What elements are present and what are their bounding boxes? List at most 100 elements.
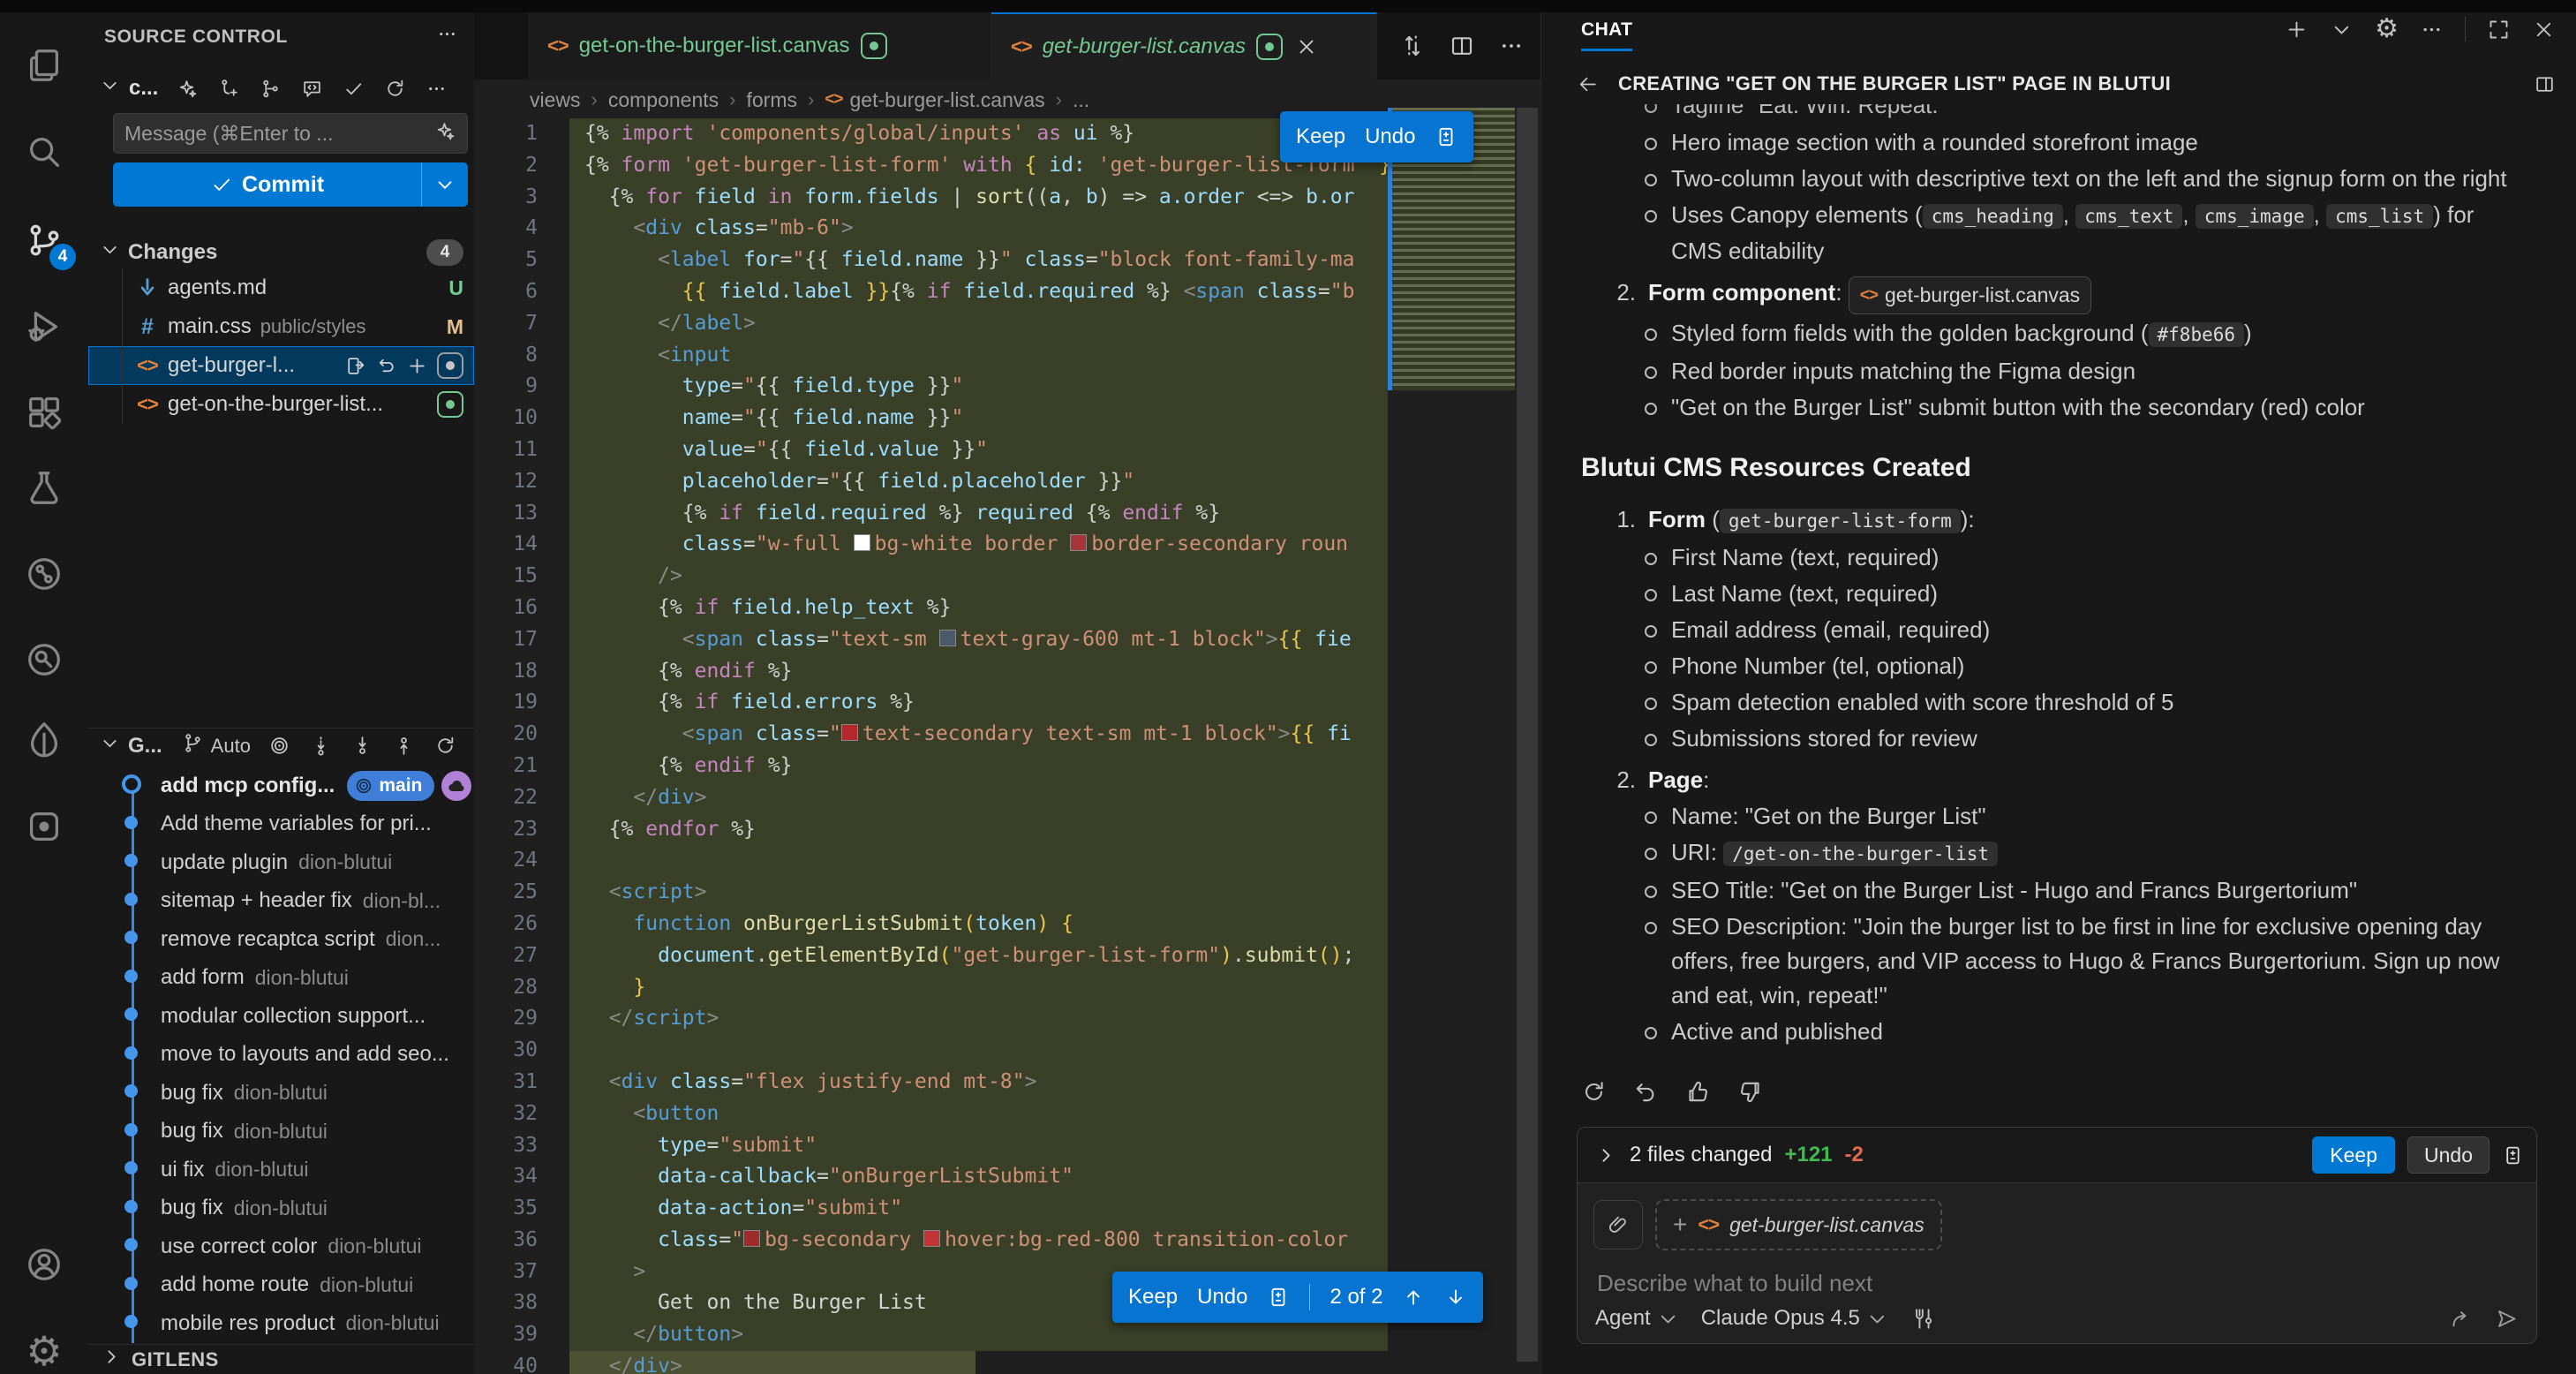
context-file-chip[interactable]: + <> get-burger-list.canvas: [1655, 1199, 1942, 1250]
code-line-8[interactable]: 8 <input: [474, 340, 1540, 372]
regenerate-icon[interactable]: [1581, 1079, 1607, 1105]
stage-icon[interactable]: [406, 355, 428, 377]
file-chip[interactable]: <>get-burger-list.canvas: [1849, 276, 2091, 314]
open-in-editor-icon[interactable]: [2534, 73, 2556, 95]
target-icon[interactable]: [268, 735, 290, 757]
tab-get-on-the-burger-list[interactable]: <> get-on-the-burger-list.canvas: [528, 12, 991, 79]
code-line-30[interactable]: 30: [474, 1035, 1540, 1067]
mode-dropdown[interactable]: Agent: [1595, 1306, 1680, 1331]
diff-file-icon[interactable]: [2502, 1144, 2524, 1166]
thumbs-down-icon[interactable]: [1737, 1079, 1763, 1105]
push-icon[interactable]: [393, 735, 415, 757]
code-line-23[interactable]: 23 {% endfor %}: [474, 814, 1540, 846]
graph-icon[interactable]: [260, 78, 282, 100]
gear-icon[interactable]: ⚙: [2375, 16, 2399, 42]
breadcrumb-item[interactable]: views: [530, 88, 581, 112]
commit-row[interactable]: add home routedion-blutui: [88, 1266, 474, 1305]
open-changes-icon[interactable]: [1399, 33, 1426, 59]
commit-row[interactable]: move to layouts and add seo...: [88, 1036, 474, 1075]
maximize-panel-icon[interactable]: [2487, 18, 2511, 42]
code-line-24[interactable]: 24: [474, 845, 1540, 877]
commit-message-input[interactable]: Message (⌘Enter to ...: [113, 113, 468, 154]
gitlens-section[interactable]: GITLENS: [88, 1344, 474, 1374]
code-line-9[interactable]: 9 type="{{ field.type }}": [474, 371, 1540, 403]
tools-icon[interactable]: [1912, 1307, 1936, 1331]
code-line-17[interactable]: 17 <span class="text-sm text-gray-600 mt…: [474, 624, 1540, 656]
code-line-16[interactable]: 16 {% if field.help_text %}: [474, 593, 1540, 624]
code-line-34[interactable]: 34 data-callback="onBurgerListSubmit": [474, 1161, 1540, 1193]
code-line-32[interactable]: 32 <button: [474, 1098, 1540, 1130]
editor-scrollbar[interactable]: [1517, 108, 1538, 1362]
code-line-10[interactable]: 10 name="{{ field.name }}": [474, 403, 1540, 434]
file-row-get-burger-l-[interactable]: <>get-burger-l...: [88, 346, 474, 385]
commit-row[interactable]: modular collection support...: [88, 997, 474, 1036]
commit-row[interactable]: Add theme variables for pri...: [88, 805, 474, 844]
commit-row[interactable]: bug fixdion-blutui: [88, 1113, 474, 1151]
breadcrumb-item[interactable]: ...: [1073, 88, 1089, 112]
commit-row[interactable]: add formdion-blutui: [88, 959, 474, 998]
activity-bar-search-icon[interactable]: [0, 113, 88, 191]
code-line-31[interactable]: 31 <div class="flex justify-end mt-8">: [474, 1067, 1540, 1098]
breadcrumb-item[interactable]: forms: [746, 88, 797, 112]
branch-badge[interactable]: main: [347, 771, 434, 801]
tab-chat[interactable]: CHAT: [1581, 19, 1632, 41]
undo-button[interactable]: Undo: [1365, 125, 1415, 149]
more-actions-icon[interactable]: [2420, 18, 2444, 42]
activity-bar-leaf-icon[interactable]: [0, 700, 88, 778]
code-line-11[interactable]: 11 value="{{ field.value }}": [474, 434, 1540, 466]
commit-row[interactable]: sitemap + header fixdion-bl...: [88, 882, 474, 921]
code-line-6[interactable]: 6 {{ field.label }}{% if field.required …: [474, 276, 1540, 308]
commit-button[interactable]: Commit: [113, 162, 468, 207]
send-icon[interactable]: [2495, 1307, 2519, 1331]
refresh-icon[interactable]: [384, 78, 406, 100]
undo-arrow-icon[interactable]: [1633, 1079, 1659, 1105]
next-edit-icon[interactable]: [1444, 1286, 1467, 1309]
repo-row[interactable]: c...: [88, 71, 474, 106]
code-line-28[interactable]: 28 }: [474, 972, 1540, 1004]
code-line-36[interactable]: 36 class="bg-secondary hover:bg-red-800 …: [474, 1225, 1540, 1257]
code-line-18[interactable]: 18 {% endif %}: [474, 656, 1540, 688]
code-editor[interactable]: 1{% import 'components/global/inputs' as…: [474, 118, 1540, 1374]
activity-bar-box-icon[interactable]: [0, 788, 88, 865]
code-line-21[interactable]: 21 {% endif %}: [474, 751, 1540, 782]
changes-header[interactable]: Changes 4: [88, 235, 474, 270]
undo-button[interactable]: Undo: [1197, 1285, 1247, 1310]
chevron-down-icon[interactable]: [99, 74, 121, 102]
commit-row[interactable]: ui fixdion-blutui: [88, 1151, 474, 1189]
graph-auto-label[interactable]: Auto: [211, 735, 251, 758]
activity-bar-source-control-icon[interactable]: 4: [0, 201, 88, 279]
tab-get-burger-list[interactable]: <> get-burger-list.canvas: [991, 12, 1377, 79]
more-actions-icon[interactable]: [1498, 33, 1525, 59]
diff-file-icon[interactable]: [1435, 125, 1457, 148]
code-line-27[interactable]: 27 document.getElementById("get-burger-l…: [474, 940, 1540, 972]
commit-row[interactable]: mobile res productdion-blutui: [88, 1304, 474, 1343]
more-actions-icon[interactable]: [436, 23, 458, 51]
code-line-39[interactable]: 39 </button>: [474, 1319, 1540, 1351]
branch-icon[interactable]: [182, 732, 204, 760]
pull-icon[interactable]: [351, 735, 373, 757]
chevron-down-icon[interactable]: [2330, 18, 2354, 42]
activity-bar-git-circle-icon[interactable]: [0, 535, 88, 613]
code-line-12[interactable]: 12 placeholder="{{ field.placeholder }}": [474, 466, 1540, 498]
commit-dropdown[interactable]: [421, 162, 468, 207]
git-graph-header[interactable]: G... Auto: [88, 728, 474, 763]
code-line-29[interactable]: 29 </script>: [474, 1003, 1540, 1035]
activity-bar-extensions-icon[interactable]: [0, 374, 88, 451]
comment-code-icon[interactable]: [301, 78, 323, 100]
keep-button[interactable]: Keep: [1128, 1285, 1178, 1310]
close-icon[interactable]: [1295, 35, 1318, 58]
fetch-icon[interactable]: [310, 735, 332, 757]
ellipsis-icon[interactable]: [426, 78, 448, 100]
code-line-33[interactable]: 33 type="submit": [474, 1130, 1540, 1162]
close-icon[interactable]: [2532, 18, 2556, 42]
refresh-icon[interactable]: [434, 735, 456, 757]
commit-row[interactable]: add mcp config...main: [88, 766, 474, 805]
code-line-35[interactable]: 35 data-action="submit": [474, 1193, 1540, 1225]
file-row-get-on-the-burger-list-[interactable]: <>get-on-the-burger-list...: [88, 385, 474, 424]
breadcrumb[interactable]: views›components›forms›<>get-burger-list…: [530, 87, 1089, 113]
commit-row[interactable]: update plugindion-blutui: [88, 843, 474, 882]
code-line-15[interactable]: 15 />: [474, 561, 1540, 593]
code-line-25[interactable]: 25 <script>: [474, 877, 1540, 909]
file-row-main-css[interactable]: #main.csspublic/stylesM: [88, 307, 474, 346]
discard-icon[interactable]: [375, 355, 397, 377]
